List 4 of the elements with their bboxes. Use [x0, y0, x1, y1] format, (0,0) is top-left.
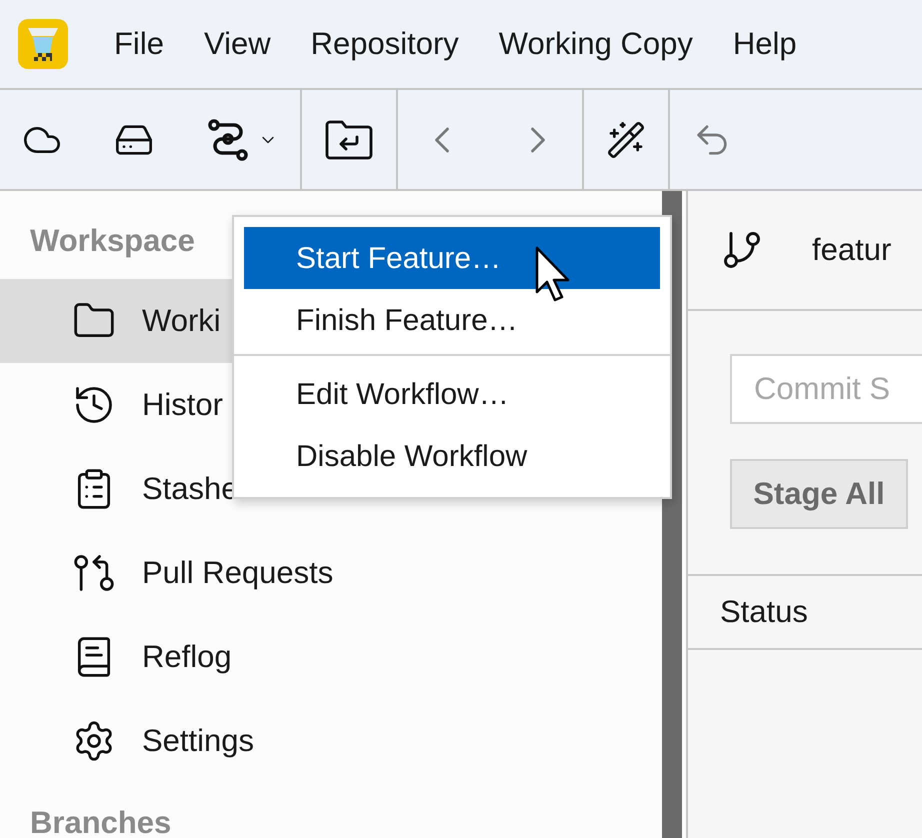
column-header: Status [720, 592, 808, 631]
branch-name: featur [812, 230, 892, 269]
section-heading: Branches [30, 804, 172, 838]
section-heading: Workspace [30, 222, 195, 260]
